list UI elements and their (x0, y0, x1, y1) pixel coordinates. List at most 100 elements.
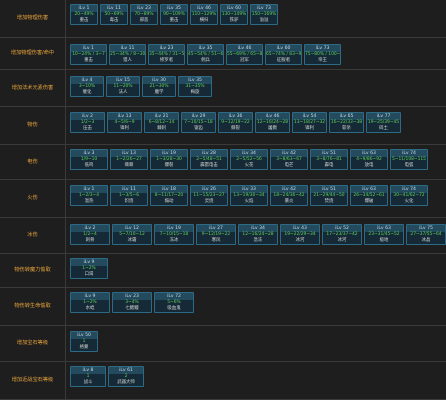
affix-tier-cell[interactable]: iLv 63 4~9/86~92 放电 (350, 149, 388, 170)
affix-name: 冰河 (281, 238, 319, 244)
item-level: iLv 30 (143, 77, 175, 84)
affix-tier-cell[interactable]: iLv 42 3~8/63~67 电芒 (270, 149, 308, 170)
affix-tier-cell[interactable]: iLv 15 11~20% 法人 (106, 76, 140, 97)
item-level: iLv 12 (113, 225, 151, 232)
affix-tier-cell[interactable]: iLv 63 26~34/52~61 爆破 (350, 185, 388, 206)
affix-tier-cell[interactable]: iLv 33 13~19/30~34 火焰 (230, 185, 268, 206)
item-level: iLv 60 (221, 5, 247, 12)
affix-tier-cell[interactable]: iLv 13 4~5/6~9 锋利 (107, 112, 142, 133)
affix-tier-cell[interactable]: iLv 35 90~109% 重击 (160, 4, 188, 25)
affix-row: 物伤转魔力偷取 iLv 9 1~2% 口渴 (0, 254, 446, 288)
affix-tier-cell[interactable]: iLv 23 3~4% 七鳃鳗 (112, 292, 152, 313)
affix-tier-cell[interactable]: iLv 11 50~69% 毒击 (100, 4, 128, 25)
affix-tier-cell[interactable]: iLv 8 1 战斗 (70, 366, 106, 387)
affix-tier-cell[interactable]: iLv 13 1~2/26~27 嘶嘶 (110, 149, 148, 170)
affix-tier-cell[interactable]: iLv 26 11~15/23~27 灵烧 (190, 185, 228, 206)
affix-name: 刺骨 (71, 238, 109, 244)
row-label: 增加物理伤害 (0, 0, 66, 37)
affix-tier-cell[interactable]: iLv 52 17~23/37~42 冰河 (322, 224, 362, 245)
item-level: iLv 74 (391, 150, 427, 157)
affix-cells: iLv 3 1/9~10 低鸣 iLv 13 1~2/26~27 嘶嘶 iLv 19 1~3/… (70, 145, 446, 179)
affix-cells: iLv 9 1~2% 口渴 (70, 254, 446, 287)
affix-tier-cell[interactable]: iLv 23 35~44% / 31~50 修罗者 (148, 44, 185, 65)
affix-name: 佣兵 (188, 58, 223, 64)
affix-tier-cell[interactable]: iLv 77 19~25/39~45 碎土 (366, 112, 401, 133)
affix-tier-cell[interactable]: iLv 35 45~54% / 51~64 佣兵 (187, 44, 224, 65)
affix-tier-cell[interactable]: iLv 63 23~31/45~52 极地 (364, 224, 404, 245)
affix-tier-cell[interactable]: iLv 2 1/2~4 刺骨 (70, 224, 110, 245)
item-level: iLv 35 (161, 5, 187, 12)
affix-tier-cell[interactable]: iLv 34 2~5/52~56 火花 (230, 149, 268, 170)
item-level: iLv 13 (111, 150, 147, 157)
affix-tier-cell[interactable]: iLv 9 1~2% 水蛭 (70, 292, 110, 313)
row-label: 电伤 (0, 145, 66, 179)
affix-tier-cell[interactable]: iLv 60 65~74% / 83~99 征服者 (265, 44, 302, 65)
affix-tier-cell[interactable]: iLv 23 70~89% 邪恶 (130, 4, 158, 25)
affix-tier-cell[interactable]: iLv 60 130~149% 铁驴 (220, 4, 248, 25)
affix-tier-cell[interactable]: iLv 1 1~2/3~4 温热 (70, 185, 108, 206)
affix-name: 焚烧 (311, 199, 347, 205)
affix-tier-cell[interactable]: iLv 9 1~2% 口渴 (70, 258, 108, 279)
affix-tier-cell[interactable]: iLv 27 9~12/19~22 寒风 (196, 224, 236, 245)
item-level: iLv 23 (149, 45, 184, 52)
affix-tier-cell[interactable]: iLv 4 3~10% 催化 (70, 76, 104, 97)
affix-cells: iLv 1 20~49% 重击 iLv 11 50~69% 毒击 iLv 23 70~89% 邪… (70, 0, 446, 37)
affix-tier-cell[interactable]: iLv 29 7~10/15~18 锯齿 (181, 112, 216, 133)
affix-tier-cell[interactable]: iLv 19 7~10/15~18 冻冰 (154, 224, 194, 245)
affix-tier-cell[interactable]: iLv 72 5~6% 吸血鬼 (154, 292, 194, 313)
affix-tier-cell[interactable]: iLv 34 12~16/24~28 急冻 (238, 224, 278, 245)
affix-tier-cell[interactable]: iLv 74 30~41/62~72 火化 (390, 185, 428, 206)
item-level: iLv 19 (155, 225, 193, 232)
affix-row: 增加宝石等级 iLv 50 1 格蒙 (0, 326, 446, 362)
affix-tier-cell[interactable]: iLv 46 55~69% / 65~82 冠军 (226, 44, 263, 65)
affix-tier-cell[interactable]: iLv 7375~80% / 100~135帝王 (304, 44, 341, 65)
affix-tier-cell[interactable]: iLv 43 19~22/29~34 冰河 (280, 224, 320, 245)
affix-tier-cell[interactable]: iLv 75 27~37/55~64 冰晶 (406, 224, 446, 245)
item-level: iLv 34 (239, 225, 277, 232)
affix-row: 增加物理伤害 iLv 1 20~49% 重击 iLv 11 50~69% 毒击 iLv 23 7… (0, 0, 446, 38)
affix-name: 火化 (391, 199, 427, 205)
affix-tier-cell[interactable]: iLv 1 10~24% / 3~7 重击 (70, 44, 107, 65)
affix-tier-cell[interactable]: iLv 18 8~11/17~20 煽动 (150, 185, 188, 206)
affix-name: 修罗者 (149, 58, 184, 64)
affix-tier-cell[interactable]: iLv 11 25~34% / 8~30 猎人 (109, 44, 146, 65)
affix-tier-cell[interactable]: iLv 73 150~169% 溢溢 (250, 4, 278, 25)
affix-tier-cell[interactable]: iLv 21 6~8/12~14 棘刺 (144, 112, 179, 133)
affix-name: 梅旋 (179, 90, 211, 96)
row-label: 火伤 (0, 180, 66, 217)
affix-tier-cell[interactable]: iLv 12 5~7/10~12 冰霜 (112, 224, 152, 245)
item-level: iLv 15 (107, 77, 139, 84)
affix-tier-cell[interactable]: iLv 3 1/9~10 低鸣 (70, 149, 108, 170)
item-level: iLv 23 (113, 293, 151, 300)
affix-tier-cell[interactable]: iLv 36 9~12/19~22 撕裂 (218, 112, 253, 133)
affix-tier-cell[interactable]: iLv 50 1 格蒙 (70, 331, 98, 352)
affix-name: 吸血鬼 (155, 306, 193, 312)
affix-tier-cell[interactable]: iLv 19 1~3/28~30 爆裂 (150, 149, 188, 170)
item-level: iLv 28 (191, 150, 227, 157)
affix-tier-cell[interactable]: iLv 74 5~11/108~115 电弧 (390, 149, 428, 170)
affix-tier-cell[interactable]: iLv 65 16~22/33~38 斩杀 (329, 112, 364, 133)
affix-tier-cell[interactable]: iLv 1 20~49% 重击 (70, 4, 98, 25)
affix-name: 撕裂 (219, 126, 252, 132)
affix-tier-cell[interactable]: iLv 61 2 武器大师 (108, 366, 144, 387)
item-level: iLv 26 (191, 186, 227, 193)
affix-tier-cell[interactable]: iLv 2 1/2~3 压击 (70, 112, 105, 133)
affix-tier-cell[interactable]: iLv 54 13~18/27~32 锋利 (292, 112, 327, 133)
affix-tier-cell[interactable]: iLv 51 3~8/76~81 霹电 (310, 149, 348, 170)
affix-tier-cell[interactable]: iLv 46 110~129% 横扫 (190, 4, 218, 25)
affix-tier-cell[interactable]: iLv 46 12~16/24~28 屠戮 (255, 112, 290, 133)
affix-name: 铁驴 (221, 18, 247, 24)
affix-tier-cell[interactable]: iLv 51 21~29/44~50 焚烧 (310, 185, 348, 206)
item-level: iLv 19 (151, 150, 187, 157)
affix-tier-cell[interactable]: iLv 42 18~24/36~42 暴炎 (270, 185, 308, 206)
item-level: iLv 27 (197, 225, 235, 232)
affix-name: 煽动 (151, 199, 187, 205)
affix-tier-cell[interactable]: iLv 11 1~3/5~6 炽烧 (110, 185, 148, 206)
affix-row: 物伤转生命偷取 iLv 9 1~2% 水蛭 iLv 23 3~4% 七鳃鳗 iLv 72 5~6… (0, 288, 446, 326)
affix-tier-cell[interactable]: iLv 28 2~5/48~51 霹雳电击 (190, 149, 228, 170)
affix-tier-cell[interactable]: iLv 30 21~30% 魔学 (142, 76, 176, 97)
affix-tier-cell[interactable]: iLv 35 31~35% 梅旋 (178, 76, 212, 97)
affix-name: 水蛭 (71, 306, 109, 312)
affix-name: 锯齿 (182, 126, 215, 132)
affix-name: 压击 (71, 126, 104, 132)
